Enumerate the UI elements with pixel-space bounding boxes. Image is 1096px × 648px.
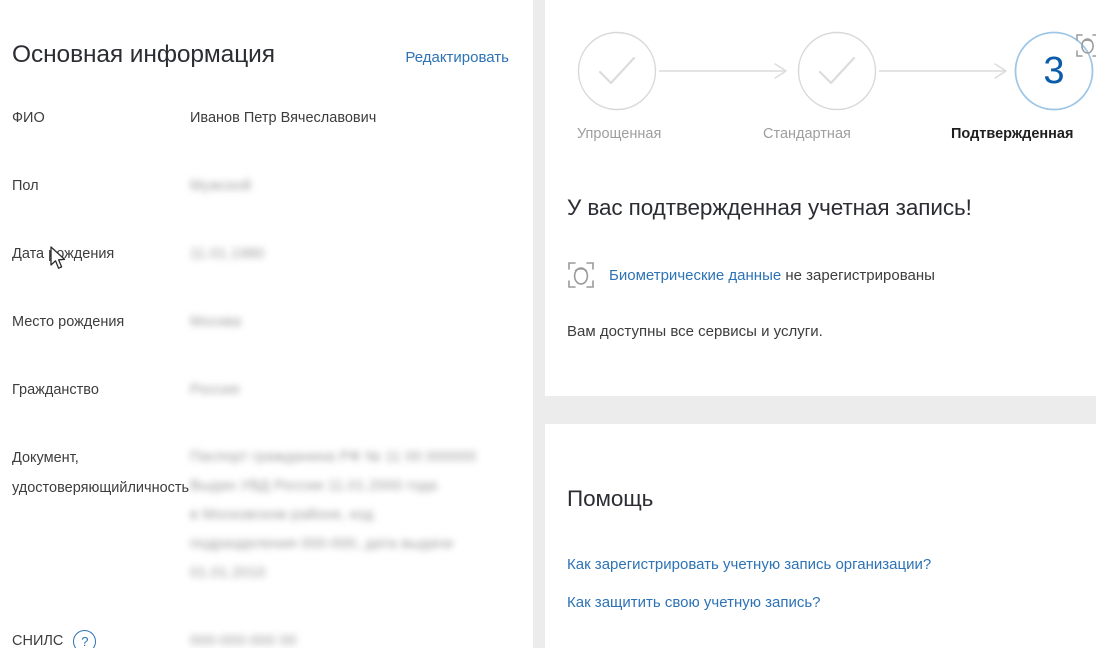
- field-row-identity-document: Документ, удостоверяющий личность Паспор…: [12, 443, 509, 588]
- field-value-birthplace-redacted: Москва: [190, 314, 242, 331]
- help-links-list: Как зарегистрировать учетную запись орга…: [567, 556, 1096, 611]
- field-row-citizenship: Гражданство Россия: [12, 375, 509, 405]
- status-heading: У вас подтвержденная учетная запись!: [567, 195, 972, 220]
- account-status-card: 3 Упрощенная Стандартная Подтвержденная …: [545, 0, 1096, 396]
- help-title: Помощь: [567, 486, 654, 511]
- help-link-register-organization[interactable]: Как зарегистрировать учетную запись орга…: [567, 556, 931, 573]
- doc-label-line-1: Документ,: [12, 450, 79, 467]
- step-label-standard: Стандартная: [763, 126, 851, 142]
- card-separator: [545, 396, 1096, 424]
- field-value-snils-redacted: 000-000-000 00: [190, 633, 297, 648]
- field-value-fio: Иванов Петр Вячеславович: [190, 110, 377, 127]
- edit-link[interactable]: Редактировать: [405, 49, 509, 66]
- step-1-simplified[interactable]: [577, 31, 657, 111]
- stepper-arrow: [659, 61, 795, 81]
- step-label-simplified: Упрощенная: [577, 126, 662, 142]
- services-availability-text: Вам доступны все сервисы и услуги.: [567, 323, 823, 340]
- step-label-verified: Подтвержденная: [951, 126, 1074, 142]
- stepper-labels: Упрощенная Стандартная Подтвержденная: [577, 126, 1096, 142]
- help-card: Помощь Как зарегистрировать учетную запи…: [545, 424, 1096, 648]
- right-column: 3 Упрощенная Стандартная Подтвержденная …: [545, 0, 1096, 648]
- field-value-birthdate-redacted: 11.01.1980: [190, 246, 265, 263]
- doc-value-line: в Московском районе, код: [190, 507, 374, 524]
- doc-label-line-3: личность: [127, 480, 190, 497]
- biometric-face-icon: [568, 262, 594, 288]
- field-label: Дата рождения: [12, 246, 115, 263]
- biometric-status-text: Биометрические данные не зарегистрирован…: [609, 267, 935, 284]
- field-label: Место рождения: [12, 314, 125, 331]
- field-label: Документ, удостоверяющий личность: [12, 443, 190, 503]
- field-label: ФИО: [12, 110, 45, 127]
- doc-value-line: Выдан УВД России 11.01.2000 года: [190, 478, 438, 495]
- account-page: Основная информация Редактировать ФИО Ив…: [0, 0, 1096, 648]
- field-label: СНИЛС ?: [12, 626, 190, 648]
- step-3-verified[interactable]: 3: [1014, 31, 1096, 111]
- biometric-status-row: Биометрические данные не зарегистрирован…: [567, 261, 1096, 289]
- account-level-stepper: 3 Упрощенная Стандартная Подтвержденная: [577, 28, 1096, 142]
- help-link-protect-account[interactable]: Как защитить свою учетную запись?: [567, 594, 821, 611]
- field-row-gender: Пол Мужской: [12, 171, 509, 201]
- field-row-birthdate: Дата рождения 11.01.1980: [12, 239, 509, 269]
- doc-value-line: Паспорт гражданина РФ № 11 00 000000: [190, 449, 477, 466]
- doc-value-line: 01.01.2010: [190, 565, 266, 582]
- biometric-face-icon: [1076, 34, 1096, 57]
- field-row-birthplace: Место рождения Москва: [12, 307, 509, 337]
- field-row-snils: СНИЛС ? 000-000-000 00: [12, 626, 509, 648]
- field-value-gender-redacted: Мужской: [190, 178, 252, 195]
- field-label: Гражданство: [12, 382, 99, 399]
- snils-label-text: СНИЛС: [12, 633, 64, 648]
- biometric-data-link[interactable]: Биометрические данные: [609, 267, 781, 284]
- field-value-document-redacted: Паспорт гражданина РФ № 11 00 000000 Выд…: [190, 443, 476, 588]
- basic-info-panel: Основная информация Редактировать ФИО Ив…: [0, 0, 533, 648]
- doc-value-line: подразделения 000-000, дата выдачи: [190, 536, 454, 553]
- stepper-arrow: [878, 61, 1015, 81]
- basic-info-header: Основная информация Редактировать: [12, 0, 509, 69]
- column-gutter: [533, 0, 545, 648]
- field-row-fio: ФИО Иванов Петр Вячеславович: [12, 103, 509, 133]
- doc-label-line-2: удостоверяющий: [12, 480, 128, 497]
- help-icon[interactable]: ?: [73, 630, 97, 648]
- check-icon: [577, 31, 657, 111]
- page-title: Основная информация: [12, 41, 275, 68]
- biometric-status-suffix: не зарегистрированы: [781, 266, 935, 284]
- field-value-citizenship-redacted: Россия: [190, 382, 240, 399]
- check-icon: [797, 31, 876, 111]
- step-2-standard[interactable]: [797, 31, 877, 111]
- field-label: Пол: [12, 178, 39, 195]
- step-number: 3: [1043, 50, 1064, 92]
